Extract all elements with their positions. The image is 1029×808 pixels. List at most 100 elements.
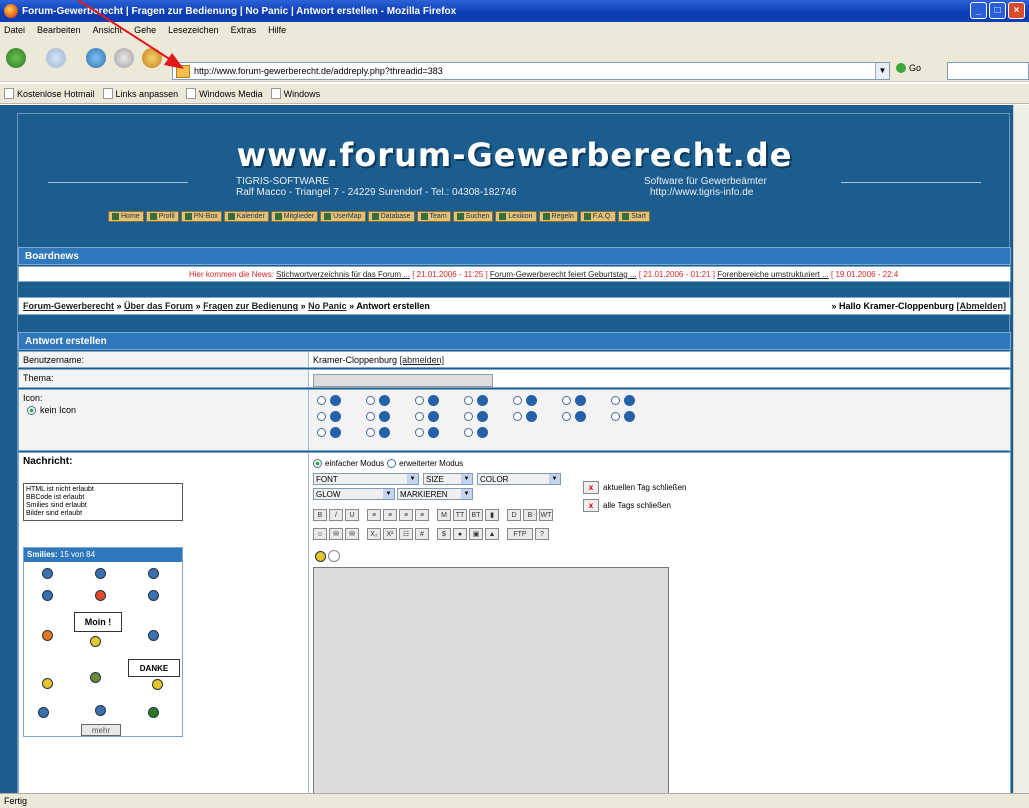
- post-icon-radio[interactable]: [415, 428, 424, 437]
- post-icon-option[interactable]: [415, 427, 439, 438]
- toolbar-button[interactable]: TT: [453, 509, 467, 521]
- news-item-link[interactable]: Stichwortverzeichnis für das Forum ...: [276, 270, 410, 279]
- go-button[interactable]: Go: [896, 63, 921, 73]
- logout-link[interactable]: [Abmelden]: [957, 301, 1007, 311]
- address-bar[interactable]: http://www.forum-gewerberecht.de/addrepl…: [172, 62, 890, 80]
- smilie-danke-sign[interactable]: DANKE: [128, 659, 180, 677]
- close-button[interactable]: ×: [1008, 2, 1025, 19]
- post-icon-option[interactable]: [415, 411, 439, 422]
- forward-icon[interactable]: [46, 48, 66, 68]
- close-tag-icon[interactable]: x: [583, 481, 599, 494]
- post-icon-radio[interactable]: [366, 428, 375, 437]
- post-icon-radio[interactable]: [366, 412, 375, 421]
- bookmark-hotmail[interactable]: Kostenlose Hotmail: [4, 88, 95, 99]
- nav-home[interactable]: Home: [108, 211, 144, 222]
- toolbar-button[interactable]: ?: [535, 528, 549, 540]
- smilie-green-icon[interactable]: [148, 707, 159, 718]
- nav-profil[interactable]: Profil: [145, 211, 179, 222]
- smilie-wink-icon[interactable]: [148, 568, 159, 579]
- more-smilies-button[interactable]: mehr: [81, 724, 121, 736]
- nav-faq[interactable]: F.A.Q.: [579, 211, 617, 222]
- smilie-question-icon[interactable]: [148, 630, 159, 641]
- news-item-link[interactable]: Forum-Gewerberecht feiert Geburtstag ...: [490, 270, 637, 279]
- bookmark-links-anpassen[interactable]: Links anpassen: [102, 88, 178, 99]
- post-icon-option[interactable]: [317, 427, 341, 438]
- thema-input[interactable]: [313, 374, 493, 387]
- post-icon-option[interactable]: [464, 411, 488, 422]
- message-textarea[interactable]: [313, 567, 669, 793]
- toolbar-button[interactable]: FTP: [507, 528, 533, 540]
- toolbar-button[interactable]: ✉: [345, 528, 359, 540]
- post-icon-option[interactable]: [415, 395, 439, 406]
- bookmark-windows-media[interactable]: Windows Media: [186, 88, 263, 99]
- mark-select[interactable]: MARKIEREN ▼: [397, 488, 473, 500]
- toolbar-button[interactable]: BT: [469, 509, 483, 521]
- toolbar-button[interactable]: ▮: [485, 509, 499, 521]
- search-input[interactable]: [947, 62, 1029, 80]
- toolbar-button[interactable]: ☺: [313, 528, 327, 540]
- magnifier-icon[interactable]: [328, 550, 340, 562]
- post-icon-option[interactable]: [513, 395, 537, 406]
- toolbar-button[interactable]: ▣: [469, 528, 483, 540]
- reload-icon[interactable]: [86, 48, 106, 68]
- mode-simple-radio[interactable]: [313, 459, 322, 468]
- vertical-scrollbar[interactable]: [1013, 105, 1029, 793]
- breadcrumb-no-panic[interactable]: No Panic: [308, 301, 347, 311]
- toolbar-button[interactable]: ≡: [399, 509, 413, 521]
- post-icon-option[interactable]: [317, 411, 341, 422]
- menu-lesezeichen[interactable]: Lesezeichen: [168, 25, 219, 35]
- smilie-relax-icon[interactable]: [42, 678, 53, 689]
- toolbar-button[interactable]: U: [345, 509, 359, 521]
- post-icon-radio[interactable]: [611, 396, 620, 405]
- toolbar-button[interactable]: X₂: [367, 528, 381, 540]
- toolbar-button[interactable]: /: [329, 509, 343, 521]
- smilie-cool-icon[interactable]: [148, 590, 159, 601]
- toolbar-button[interactable]: ☷: [399, 528, 413, 540]
- post-icon-radio[interactable]: [464, 396, 473, 405]
- nav-lexikon[interactable]: Lexikon: [495, 211, 537, 222]
- stop-icon[interactable]: [114, 48, 134, 68]
- toolbar-button[interactable]: D: [507, 509, 521, 521]
- smilie-idea-icon[interactable]: [95, 705, 106, 716]
- nav-mitglieder[interactable]: Mitglieder: [270, 211, 319, 222]
- nav-regeln[interactable]: Regeln: [538, 211, 578, 222]
- smilie-grin-icon[interactable]: [95, 568, 106, 579]
- post-icon-radio[interactable]: [611, 412, 620, 421]
- smilie-group-icon[interactable]: [38, 707, 49, 718]
- menu-gehe[interactable]: Gehe: [134, 25, 156, 35]
- post-icon-radio[interactable]: [464, 412, 473, 421]
- nav-kalender[interactable]: Kalender: [223, 211, 269, 222]
- post-icon-option[interactable]: [366, 395, 390, 406]
- smilie-smile-icon[interactable]: [42, 568, 53, 579]
- nav-database[interactable]: Database: [367, 211, 415, 222]
- toolbar-button[interactable]: M: [437, 509, 451, 521]
- post-icon-radio[interactable]: [513, 396, 522, 405]
- menu-bearbeiten[interactable]: Bearbeiten: [37, 25, 81, 35]
- post-icon-radio[interactable]: [366, 396, 375, 405]
- nav-pn-box[interactable]: PN-Box: [180, 211, 222, 222]
- post-icon-radio[interactable]: [317, 412, 326, 421]
- back-icon[interactable]: [6, 48, 26, 68]
- breadcrumb-about[interactable]: Über das Forum: [124, 301, 193, 311]
- toolbar-button[interactable]: B: [523, 509, 537, 521]
- toolbar-button[interactable]: $: [437, 528, 451, 540]
- glow-select[interactable]: GLOW ▼: [313, 488, 395, 500]
- smilie-confused-icon[interactable]: [42, 590, 53, 601]
- toolbar-button[interactable]: ≡: [383, 509, 397, 521]
- post-icon-radio[interactable]: [513, 412, 522, 421]
- toolbar-button[interactable]: B: [313, 509, 327, 521]
- font-select[interactable]: FONT ▼: [313, 473, 419, 485]
- news-item-link[interactable]: Forenbereiche umstrukturiert ...: [717, 270, 829, 279]
- post-icon-radio[interactable]: [562, 396, 571, 405]
- breadcrumb-forum[interactable]: Forum-Gewerberecht: [23, 301, 114, 311]
- nav-usermap[interactable]: UserMap: [320, 211, 366, 222]
- post-icon-option[interactable]: [464, 395, 488, 406]
- toolbar-button[interactable]: #: [415, 528, 429, 540]
- post-icon-option[interactable]: [611, 395, 635, 406]
- menu-hilfe[interactable]: Hilfe: [268, 25, 286, 35]
- smilie-angry-icon[interactable]: [95, 590, 106, 601]
- breadcrumb-questions[interactable]: Fragen zur Bedienung: [203, 301, 298, 311]
- smilie-moin-sign[interactable]: Moin !: [74, 612, 122, 632]
- toolbar-button[interactable]: ▲: [485, 528, 499, 540]
- address-dropdown-icon[interactable]: ▼: [875, 63, 889, 79]
